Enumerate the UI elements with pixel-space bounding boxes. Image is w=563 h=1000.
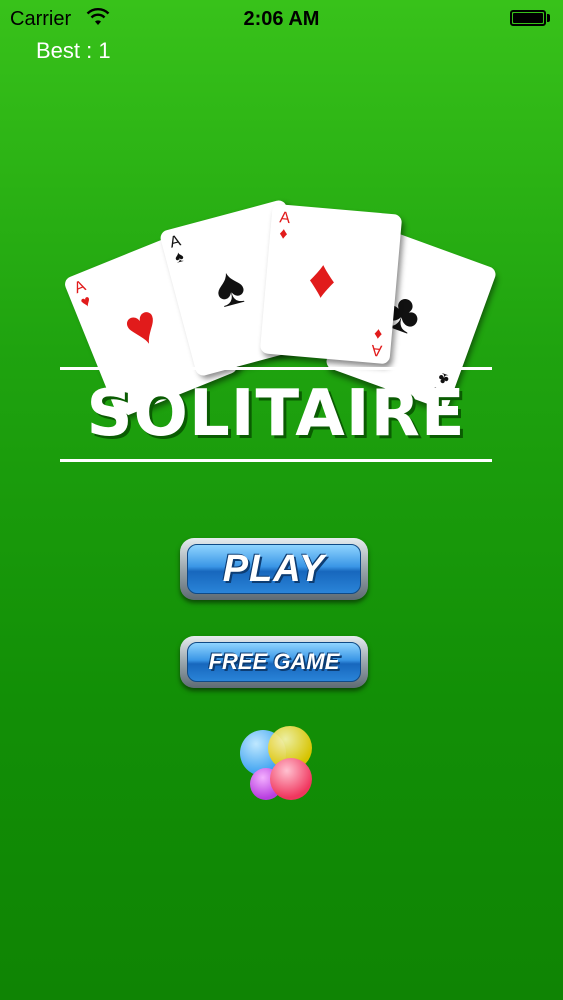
logo-title: SOLITAIRE xyxy=(86,377,466,451)
card-suit-small: ♥ xyxy=(78,292,94,312)
game-center-icon[interactable] xyxy=(236,724,316,804)
logo-line-top xyxy=(60,367,492,370)
battery-icon xyxy=(510,10,546,26)
card-suit-small: ♦ xyxy=(278,225,289,243)
battery-tip xyxy=(547,14,550,22)
diamond-icon: ♦ xyxy=(305,248,339,311)
game-center-bubble-pink xyxy=(270,758,312,800)
solitaire-logo: A ♥ ♥ A ♥ A ♠ ♠ A ♠ A ♣ ♣ A ♣ xyxy=(56,195,498,475)
free-game-button[interactable]: FREE GAME xyxy=(180,636,368,688)
card-ace-diamonds: A ♦ ♦ A ♦ xyxy=(259,203,403,365)
logo-line-bottom xyxy=(60,459,492,462)
spade-icon: ♠ xyxy=(208,254,252,320)
card-suit-small: ♠ xyxy=(173,248,186,267)
card-rank: A xyxy=(371,340,384,359)
play-button[interactable]: PLAY xyxy=(180,538,368,600)
play-button-label: PLAY xyxy=(222,547,326,590)
heart-icon: ♥ xyxy=(115,292,169,361)
status-bar: Carrier 2:06 AM xyxy=(0,0,563,38)
best-score-label: Best : 1 xyxy=(36,38,111,63)
free-game-button-face[interactable]: FREE GAME xyxy=(187,642,361,682)
status-time: 2:06 AM xyxy=(243,8,320,30)
card-suit-small: ♦ xyxy=(373,325,384,343)
free-game-button-label: FREE GAME xyxy=(208,649,340,674)
play-button-face[interactable]: PLAY xyxy=(187,544,361,594)
